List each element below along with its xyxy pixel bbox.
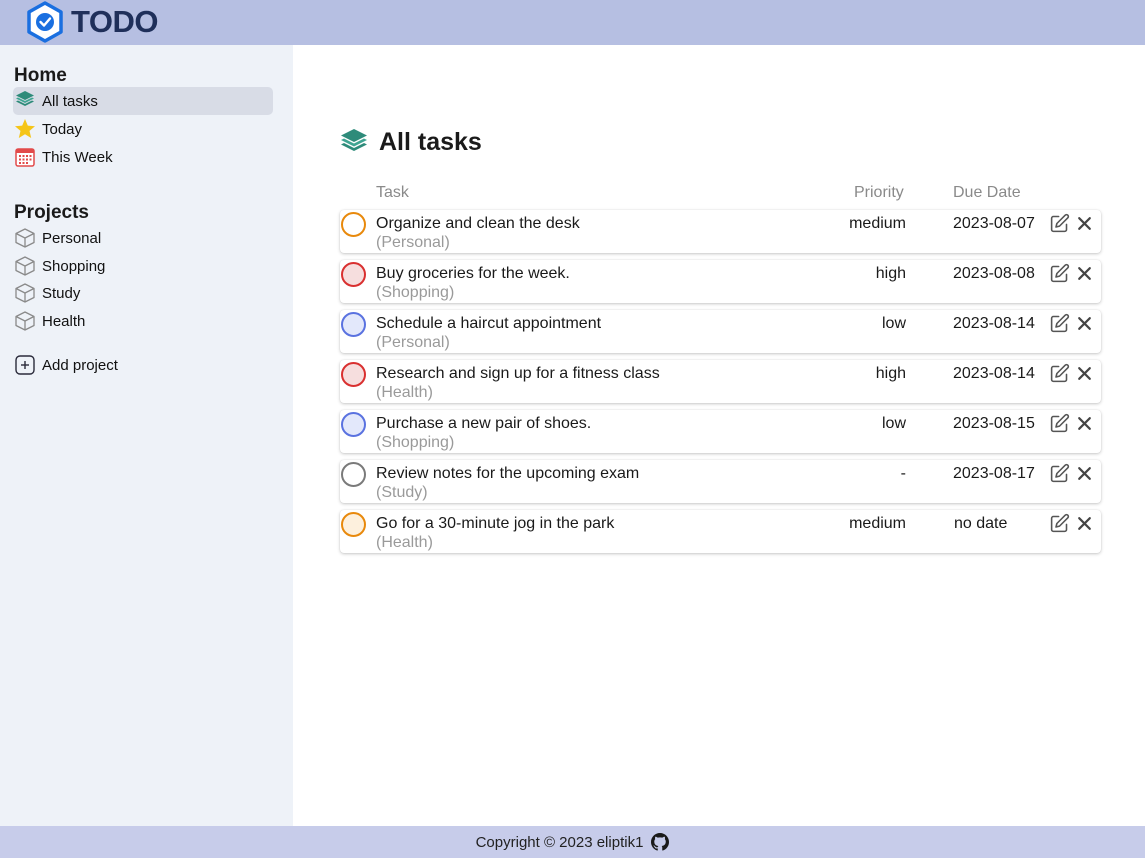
add-project-button[interactable]: Add project xyxy=(13,351,273,379)
task-priority: high xyxy=(875,265,906,282)
edit-icon[interactable] xyxy=(1049,263,1070,284)
top-bar: TODO xyxy=(0,0,1145,45)
sidebar-item-this-week[interactable]: This Week xyxy=(13,143,273,171)
task-row[interactable]: Go for a 30-minute jog in the park (Heal… xyxy=(340,510,1101,553)
task-checkbox[interactable] xyxy=(341,312,366,337)
delete-icon[interactable] xyxy=(1076,465,1093,482)
calendar-icon xyxy=(14,146,36,168)
page-title: All tasks xyxy=(379,128,482,156)
task-row[interactable]: Research and sign up for a fitness class… xyxy=(340,360,1101,403)
task-due-date: 2023-08-17 xyxy=(953,465,1035,482)
task-priority: low xyxy=(881,315,906,332)
copyright-text: Copyright © 2023 eliptik1 xyxy=(475,833,644,851)
edit-icon[interactable] xyxy=(1049,213,1070,234)
task-due-date: 2023-08-07 xyxy=(953,215,1035,232)
sidebar-item-today[interactable]: Today xyxy=(13,115,273,143)
task-name: Go for a 30-minute jog in the park xyxy=(376,515,615,532)
edit-icon[interactable] xyxy=(1049,363,1070,384)
sidebar-item-label: Health xyxy=(42,312,86,330)
column-header-task: Task xyxy=(376,184,409,201)
task-name: Schedule a haircut appointment xyxy=(376,315,602,332)
sidebar-item-label: All tasks xyxy=(42,92,98,110)
task-name: Research and sign up for a fitness class xyxy=(376,365,660,382)
task-checkbox[interactable] xyxy=(341,512,366,537)
task-project: (Health) xyxy=(376,384,433,401)
task-checkbox[interactable] xyxy=(341,212,366,237)
task-project: (Shopping) xyxy=(376,434,455,451)
task-checkbox[interactable] xyxy=(341,462,366,487)
footer: Copyright © 2023 eliptik1 xyxy=(0,826,1145,858)
star-icon xyxy=(14,118,36,140)
sidebar-item-label: Today xyxy=(42,120,83,138)
task-due-date: 2023-08-14 xyxy=(953,315,1035,332)
task-due-date: 2023-08-14 xyxy=(953,365,1035,382)
check-shield-icon xyxy=(27,1,63,43)
cube-icon xyxy=(14,282,36,304)
github-icon[interactable] xyxy=(651,833,670,851)
task-row[interactable]: Buy groceries for the week. (Shopping) h… xyxy=(340,260,1101,303)
task-due-date: no date xyxy=(954,515,1008,532)
sidebar-item-all-tasks[interactable]: All tasks xyxy=(13,87,273,115)
layers-icon xyxy=(14,90,36,112)
edit-icon[interactable] xyxy=(1049,463,1070,484)
task-name: Review notes for the upcoming exam xyxy=(376,465,640,482)
delete-icon[interactable] xyxy=(1076,315,1093,332)
task-project: (Health) xyxy=(376,534,433,551)
task-name: Organize and clean the desk xyxy=(376,215,580,232)
task-priority: - xyxy=(900,465,906,482)
sidebar-item-label: Study xyxy=(42,284,81,302)
task-project: (Shopping) xyxy=(376,284,455,301)
home-section-title: Home xyxy=(14,65,67,86)
page-header: All tasks xyxy=(340,128,482,157)
task-row[interactable]: Organize and clean the desk (Personal) m… xyxy=(340,210,1101,253)
task-priority: medium xyxy=(849,515,906,532)
edit-icon[interactable] xyxy=(1049,413,1070,434)
app-logo[interactable]: TODO xyxy=(25,1,159,43)
cube-icon xyxy=(14,255,36,277)
task-project: (Personal) xyxy=(376,234,450,251)
task-priority: high xyxy=(875,365,906,382)
task-row[interactable]: Schedule a haircut appointment (Personal… xyxy=(340,310,1101,353)
task-checkbox[interactable] xyxy=(341,362,366,387)
sidebar-item-label: This Week xyxy=(42,148,113,166)
task-row[interactable]: Purchase a new pair of shoes. (Shopping)… xyxy=(340,410,1101,453)
task-project: (Personal) xyxy=(376,334,450,351)
edit-icon[interactable] xyxy=(1049,313,1070,334)
task-name: Buy groceries for the week. xyxy=(376,265,570,282)
task-priority: medium xyxy=(849,215,906,232)
task-checkbox[interactable] xyxy=(341,412,366,437)
task-checkbox[interactable] xyxy=(341,262,366,287)
sidebar: Home All tasks Today This Week Projects … xyxy=(0,45,293,826)
delete-icon[interactable] xyxy=(1076,265,1093,282)
sidebar-item-label: Personal xyxy=(42,229,102,247)
layers-icon xyxy=(341,128,367,151)
column-header-due-date: Due Date xyxy=(953,184,1021,201)
column-header-priority: Priority xyxy=(854,184,904,201)
plus-square-icon xyxy=(14,354,36,376)
task-due-date: 2023-08-08 xyxy=(953,265,1035,282)
sidebar-item-shopping[interactable]: Shopping xyxy=(13,252,273,280)
delete-icon[interactable] xyxy=(1076,365,1093,382)
task-row[interactable]: Review notes for the upcoming exam (Stud… xyxy=(340,460,1101,503)
task-project: (Study) xyxy=(376,484,428,501)
task-name: Purchase a new pair of shoes. xyxy=(376,415,592,432)
projects-section-title: Projects xyxy=(14,202,89,223)
delete-icon[interactable] xyxy=(1076,515,1093,532)
delete-icon[interactable] xyxy=(1076,215,1093,232)
edit-icon[interactable] xyxy=(1049,513,1070,534)
sidebar-item-health[interactable]: Health xyxy=(13,307,273,335)
delete-icon[interactable] xyxy=(1076,415,1093,432)
sidebar-item-personal[interactable]: Personal xyxy=(13,224,273,252)
sidebar-item-label: Shopping xyxy=(42,257,106,275)
add-project-label: Add project xyxy=(42,356,118,374)
cube-icon xyxy=(14,310,36,332)
app-title: TODO xyxy=(71,4,159,39)
cube-icon xyxy=(14,227,36,249)
task-due-date: 2023-08-15 xyxy=(953,415,1035,432)
task-priority: low xyxy=(881,415,906,432)
sidebar-item-study[interactable]: Study xyxy=(13,279,273,307)
